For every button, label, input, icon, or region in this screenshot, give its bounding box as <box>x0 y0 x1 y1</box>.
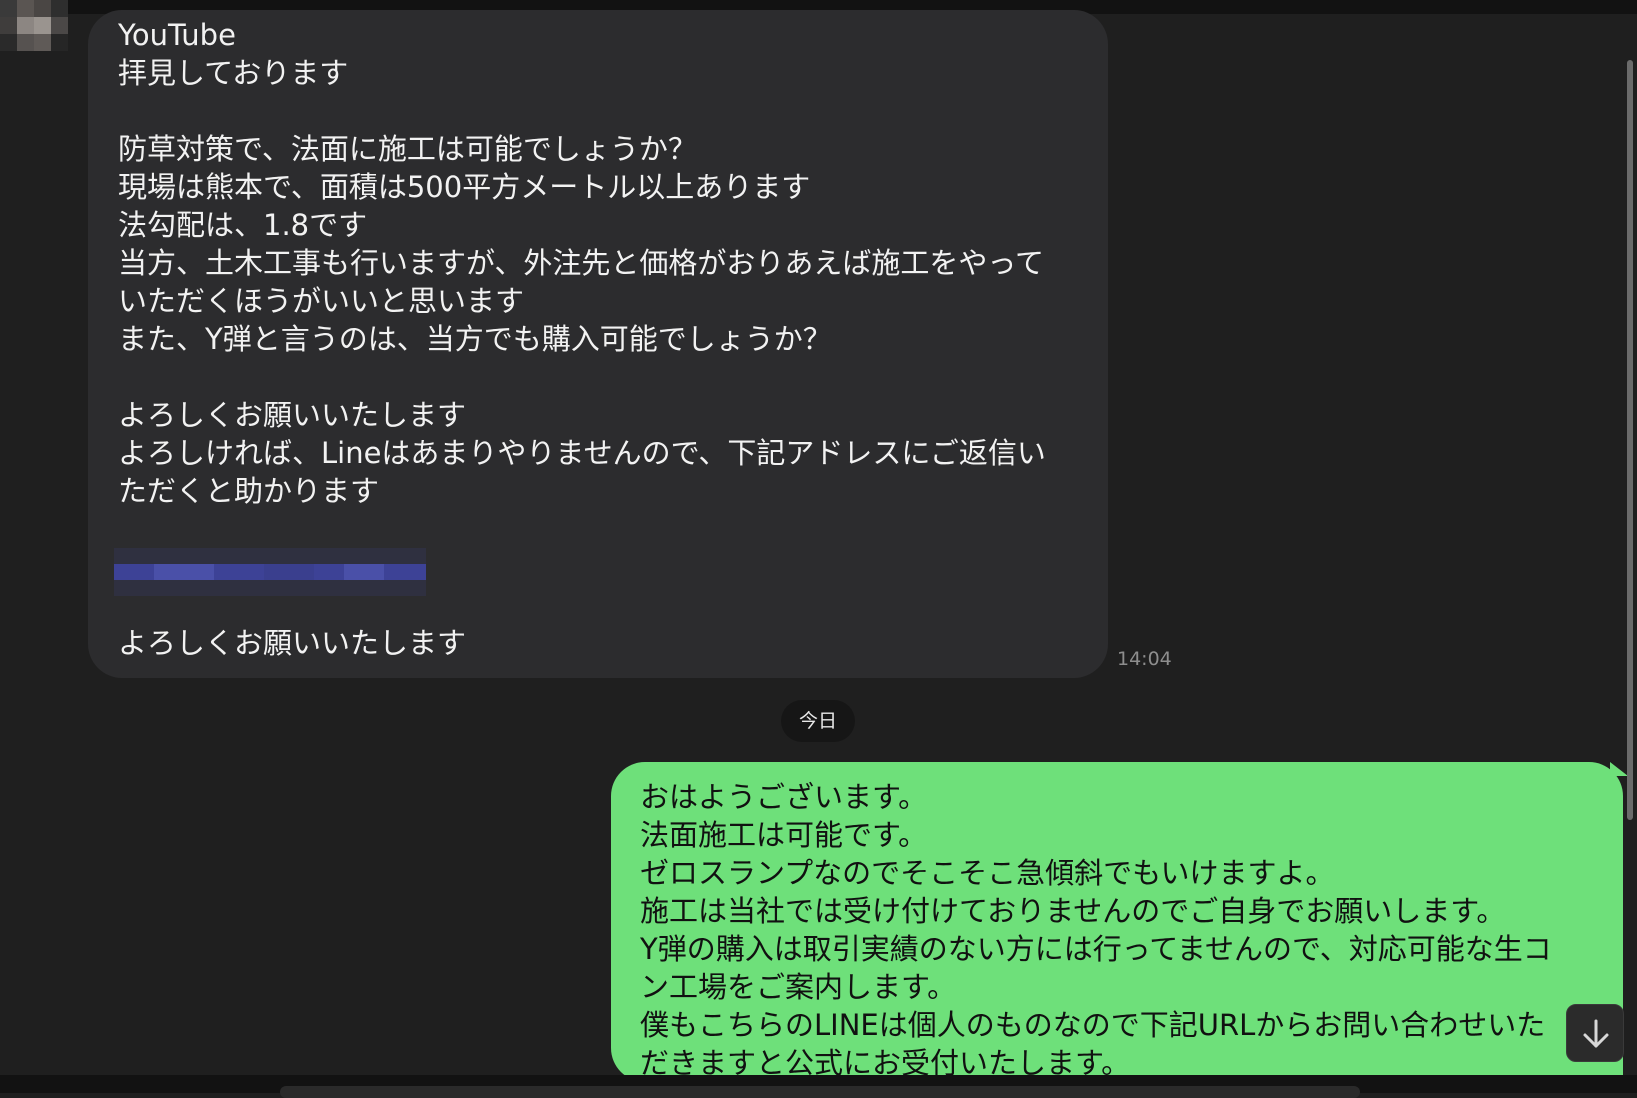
message-line: よろしくお願いいたします <box>118 626 467 660</box>
message-line: おはようございます。 <box>640 780 928 814</box>
message-line: 現場は熊本で、面積は500平方メートル以上あります <box>118 170 811 204</box>
message-composer[interactable] <box>280 1086 1360 1098</box>
message-line: Y弾の購入は取引実績のない方には行ってませんので、対応可能な生コ <box>640 932 1552 966</box>
message-line: ン工場をご案内します。 <box>640 970 957 1004</box>
message-timestamp: 14:04 <box>1117 648 1172 670</box>
message-line <box>118 358 1078 396</box>
message-line: 僕もこちらのLINEは個人のものなので下記URLからお問い合わせいた <box>640 1008 1546 1042</box>
outgoing-message-bubble[interactable]: おはようございます。 法面施工は可能です。 ゼロスランプなのでそこそこ急傾斜でも… <box>611 762 1623 1082</box>
message-line: よろしくお願いいたします <box>118 398 467 432</box>
scroll-to-bottom-button[interactable] <box>1566 1004 1624 1062</box>
message-line: 法勾配は、1.8です <box>118 208 368 242</box>
message-line: また、Y弾と言うのは、当方でも購入可能でしょうか？ <box>118 322 832 356</box>
message-line: ただくと助かります <box>118 474 380 508</box>
message-line: 拝見しております <box>118 56 349 90</box>
message-line: ゼロスランプなのでそこそこ急傾斜でもいけますよ。 <box>640 856 1335 890</box>
bottom-bar <box>0 1075 1637 1098</box>
incoming-message-bubble[interactable]: YouTube 拝見しております 防草対策で、法面に施工は可能でしょうか？ 現場… <box>88 10 1108 678</box>
sender-avatar[interactable] <box>0 0 84 60</box>
message-line: 防草対策で、法面に施工は可能でしょうか？ <box>118 132 697 166</box>
message-line: 施工は当社では受け付けておりませんのでご自身でお願いします。 <box>640 894 1506 928</box>
date-separator: 今日 <box>781 700 855 742</box>
message-line <box>118 510 1078 548</box>
message-line <box>118 92 1078 130</box>
message-line: よろしければ、Lineはあまりやりませんので、下記アドレスにご返信い <box>118 436 1046 470</box>
message-line: 当方、土木工事も行いますが、外注先と価格がおりあえば施工をやって <box>118 246 1044 280</box>
redacted-email-address <box>114 548 426 596</box>
message-line: 法面施工は可能です。 <box>640 818 928 852</box>
chat-scrollbar[interactable] <box>1627 60 1633 820</box>
message-line: YouTube <box>118 18 236 52</box>
message-line: いただくほうがいいと思います <box>118 284 525 318</box>
